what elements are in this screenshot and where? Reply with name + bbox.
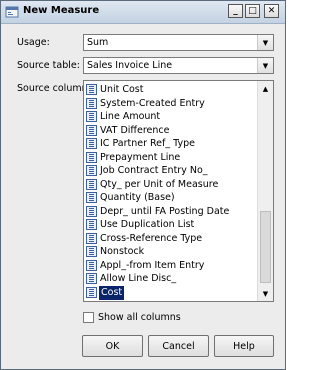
column-icon xyxy=(86,232,97,244)
list-item[interactable]: Depr_ until FA Posting Date xyxy=(86,205,256,219)
vertical-scrollbar[interactable]: ▲ ▼ xyxy=(257,81,273,301)
list-item[interactable]: Use Duplication List xyxy=(86,218,256,232)
source-table-dropdown[interactable]: Sales Invoice Line ▼ xyxy=(83,57,274,74)
column-icon xyxy=(86,165,97,176)
column-icon xyxy=(86,259,97,271)
title-bar: New Measure _ □ ✕ xyxy=(1,1,285,24)
usage-value: Sum xyxy=(87,37,109,48)
column-icon xyxy=(86,84,97,95)
show-all-columns-checkbox[interactable] xyxy=(83,312,94,323)
source-table-value: Sales Invoice Line xyxy=(87,60,173,71)
chevron-up-icon: ▲ xyxy=(262,84,269,93)
list-item[interactable]: Quantity (Base) xyxy=(86,191,256,205)
column-icon xyxy=(86,219,97,230)
list-item[interactable]: IC Partner Ref_ Type xyxy=(86,137,256,151)
chevron-down-icon[interactable]: ▼ xyxy=(257,58,273,73)
usage-label: Usage: xyxy=(17,37,50,48)
column-icon xyxy=(86,151,97,163)
show-all-columns-label[interactable]: Show all columns xyxy=(98,312,181,323)
scrollbar-thumb[interactable] xyxy=(260,211,271,283)
maximize-button[interactable]: □ xyxy=(245,4,260,18)
scroll-up-button[interactable]: ▲ xyxy=(258,81,273,96)
maximize-icon: □ xyxy=(248,6,257,16)
app-icon xyxy=(5,6,19,18)
column-icon xyxy=(86,138,97,149)
list-item[interactable]: Prepayment Line xyxy=(86,151,256,165)
column-icon xyxy=(86,205,97,217)
new-measure-dialog: New Measure _ □ ✕ Usage: Sum ▼ Source ta… xyxy=(0,0,286,370)
list-item[interactable]: System-Created Entry xyxy=(86,97,256,111)
list-item[interactable]: Job Contract Entry No_ xyxy=(86,164,256,178)
list-item[interactable]: VAT Difference xyxy=(86,124,256,138)
column-icon xyxy=(86,246,97,257)
list-item[interactable]: Unit Cost xyxy=(86,83,256,97)
source-column-list[interactable]: Unit Cost System-Created Entry Line Amou… xyxy=(83,80,274,302)
scroll-down-button[interactable]: ▼ xyxy=(258,286,273,301)
list-item-selected[interactable]: Cost xyxy=(86,285,256,300)
list-item[interactable]: Allow Line Disc_ xyxy=(86,272,256,286)
source-table-label: Source table: xyxy=(17,60,80,71)
minimize-button[interactable]: _ xyxy=(228,4,243,18)
column-icon xyxy=(86,192,97,203)
window-title: New Measure xyxy=(23,5,100,16)
cancel-button[interactable]: Cancel xyxy=(148,335,209,357)
usage-dropdown[interactable]: Sum ▼ xyxy=(83,34,274,51)
close-icon: ✕ xyxy=(267,6,276,16)
list-item[interactable]: Cross-Reference Type xyxy=(86,232,256,246)
column-icon xyxy=(86,273,97,284)
chevron-down-icon: ▼ xyxy=(262,289,269,298)
source-column-label: Source column: xyxy=(17,83,91,94)
close-button[interactable]: ✕ xyxy=(264,4,279,18)
column-icon xyxy=(86,124,97,136)
list-item[interactable]: Appl_-from Item Entry xyxy=(86,259,256,273)
column-icon xyxy=(86,111,97,122)
column-icon xyxy=(86,97,97,109)
list-item[interactable]: Qty_ per Unit of Measure xyxy=(86,178,256,192)
list-item[interactable]: Nonstock xyxy=(86,245,256,259)
minimize-icon: _ xyxy=(233,6,238,16)
help-button[interactable]: Help xyxy=(214,335,274,357)
column-icon xyxy=(86,286,97,298)
column-icon xyxy=(86,178,97,190)
chevron-down-icon[interactable]: ▼ xyxy=(257,35,273,50)
list-item[interactable]: Line Amount xyxy=(86,110,256,124)
ok-button[interactable]: OK xyxy=(82,335,143,357)
